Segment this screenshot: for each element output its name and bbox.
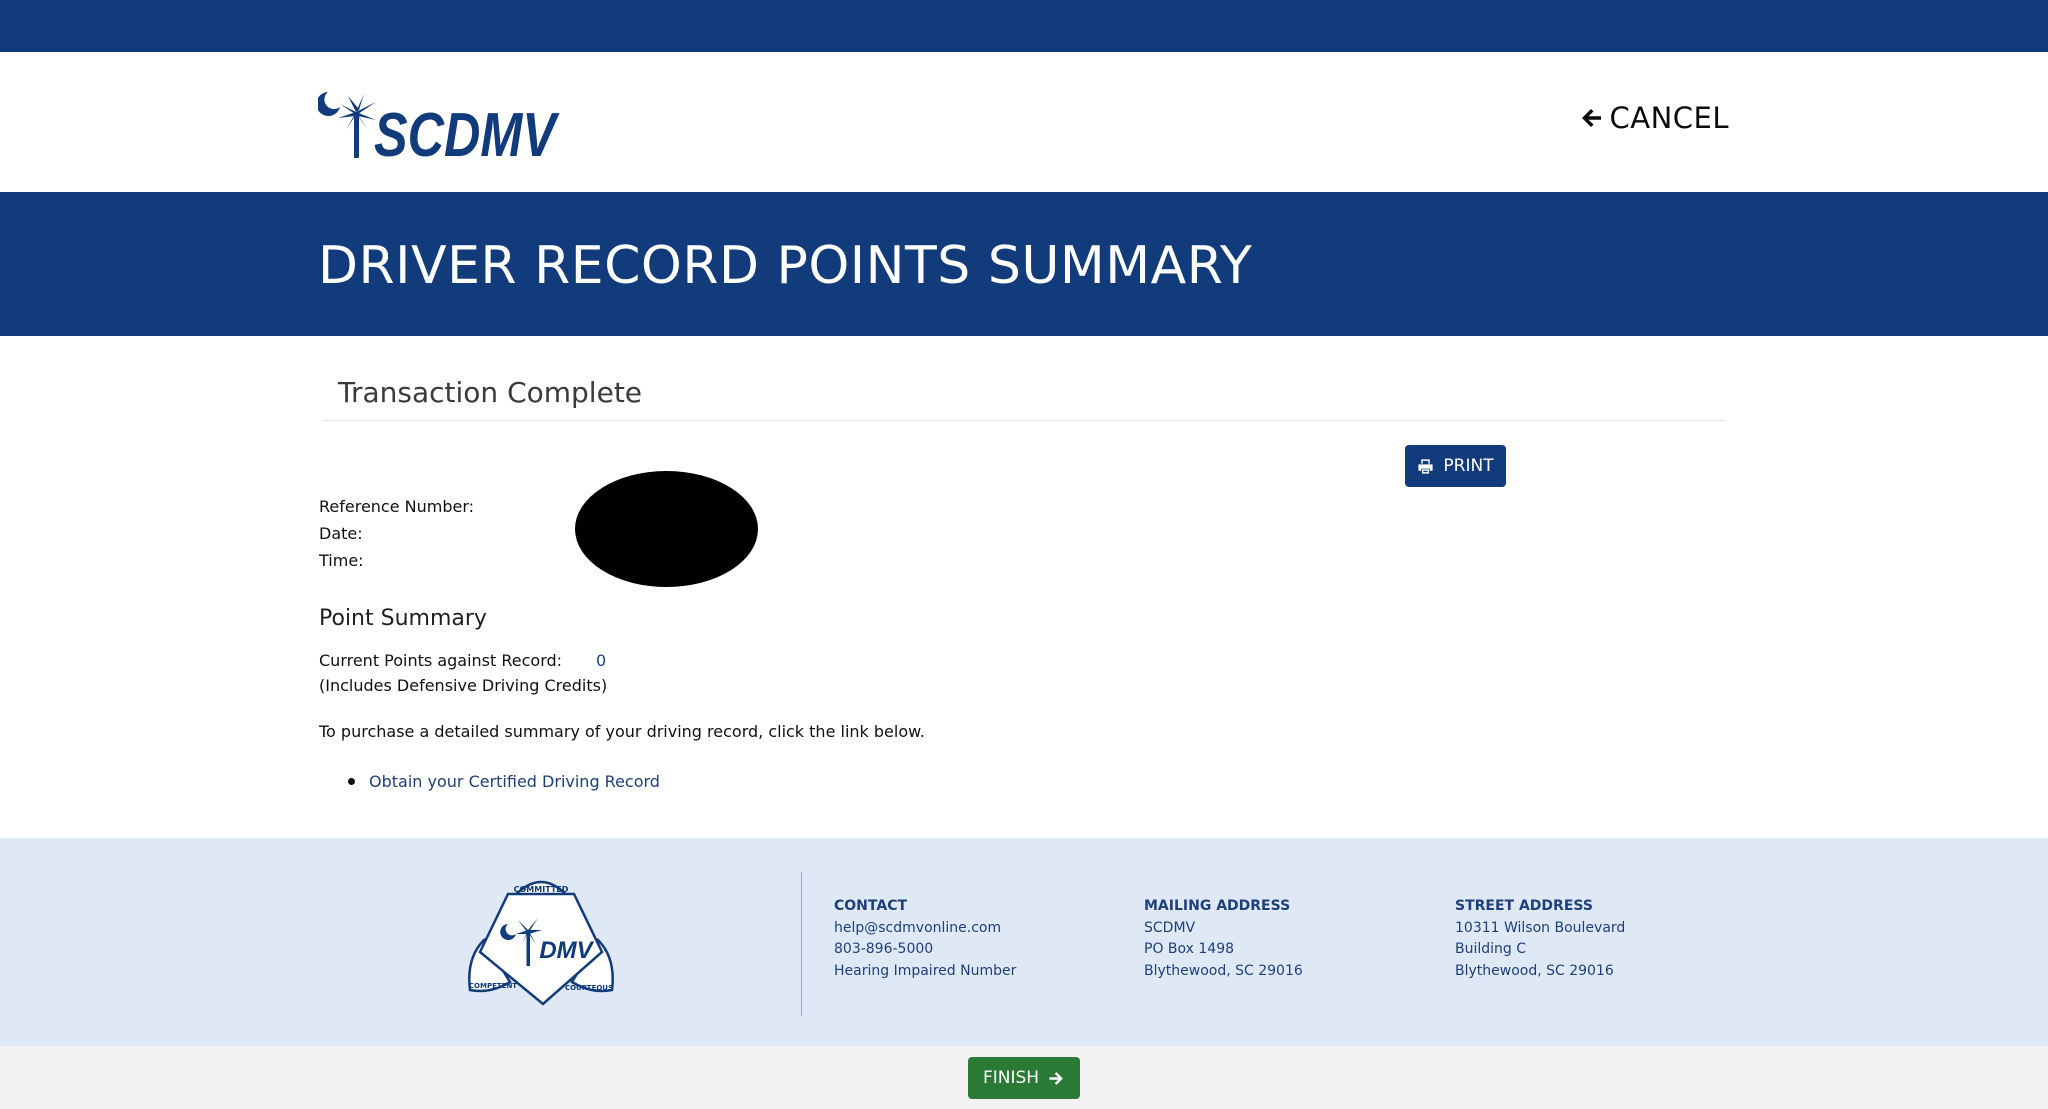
footer-divider <box>801 872 802 1016</box>
street-line-3: Blythewood, SC 29016 <box>1455 962 1614 979</box>
street-line-2: Building C <box>1455 941 1527 957</box>
section-divider <box>322 420 1726 421</box>
top-bar <box>0 0 2048 52</box>
contact-phone-link[interactable]: 803-896-5000 <box>834 939 1016 961</box>
scdmv-logo[interactable]: SCDMV <box>318 88 560 164</box>
badge-left-text: COMPETENT <box>469 982 517 990</box>
site-footer: COMMITTED COMPETENT COURTEOUS DMV CONTAC… <box>0 838 2048 1046</box>
contact-heading: CONTACT <box>834 898 908 914</box>
badge-top-text: COMMITTED <box>514 885 569 894</box>
defensive-driving-note: (Includes Defensive Driving Credits) <box>319 676 608 695</box>
purchase-instructions: To purchase a detailed summary of your d… <box>319 722 925 741</box>
mailing-line-2: PO Box 1498 <box>1144 941 1235 957</box>
footer-contact: CONTACT help@scdmvonline.com 803-896-500… <box>834 896 1016 982</box>
print-button[interactable]: PRINT <box>1405 445 1506 487</box>
finish-label: FINISH <box>982 1068 1040 1088</box>
badge-center-text: DMV <box>539 937 594 964</box>
street-heading: STREET ADDRESS <box>1455 898 1593 914</box>
arrow-left-icon <box>1582 109 1602 127</box>
transaction-title: Transaction Complete <box>338 376 643 409</box>
print-label: PRINT <box>1443 456 1494 476</box>
transaction-details: Reference Number: Date: Time: <box>319 493 474 574</box>
link-list: Obtain your Certified Driving Record <box>348 772 660 791</box>
certified-record-link[interactable]: Obtain your Certified Driving Record <box>369 772 660 791</box>
site-header: SCDMV CANCEL <box>0 52 2048 192</box>
footer-mailing-address: MAILING ADDRESS SCDMV PO Box 1498 Blythe… <box>1144 896 1303 982</box>
finish-button[interactable]: FINISH <box>968 1057 1080 1099</box>
hearing-impaired-link[interactable]: Hearing Impaired Number <box>834 961 1016 983</box>
point-summary-title: Point Summary <box>319 606 487 631</box>
footer-street-address: STREET ADDRESS 10311 Wilson Boulevard Bu… <box>1455 896 1625 982</box>
printer-icon <box>1418 458 1433 474</box>
badge-right-text: COURTEOUS <box>565 984 613 992</box>
cancel-label: CANCEL <box>1609 101 1729 135</box>
street-line-1: 10311 Wilson Boulevard <box>1455 919 1626 936</box>
dmv-badge-logo: COMMITTED COMPETENT COURTEOUS DMV <box>468 880 614 1006</box>
bottom-action-bar: FINISH <box>0 1046 2048 1109</box>
logo-text: SCDMV <box>374 101 560 164</box>
mailing-heading: MAILING ADDRESS <box>1144 898 1291 914</box>
points-label-block: Current Points against Record: (Includes… <box>319 648 607 698</box>
arrow-right-icon <box>1049 1071 1063 1085</box>
contact-email-link[interactable]: help@scdmvonline.com <box>834 918 1016 940</box>
redacted-values <box>575 471 758 587</box>
current-points-label: Current Points against Record: <box>319 651 563 670</box>
cancel-button[interactable]: CANCEL <box>1579 96 1729 140</box>
page-title: DRIVER RECORD POINTS SUMMARY <box>318 236 1253 296</box>
bullet <box>348 778 355 785</box>
date-label: Date: <box>319 524 363 543</box>
main-content: Transaction Complete PRINT Reference Num… <box>0 336 2048 838</box>
reference-number-label: Reference Number: <box>319 497 475 516</box>
time-label: Time: <box>319 551 364 570</box>
page-banner: DRIVER RECORD POINTS SUMMARY <box>0 192 2048 336</box>
current-points-value: 0 <box>596 651 607 670</box>
mailing-line-1: SCDMV <box>1144 919 1196 936</box>
mailing-line-3: Blythewood, SC 29016 <box>1144 962 1303 979</box>
